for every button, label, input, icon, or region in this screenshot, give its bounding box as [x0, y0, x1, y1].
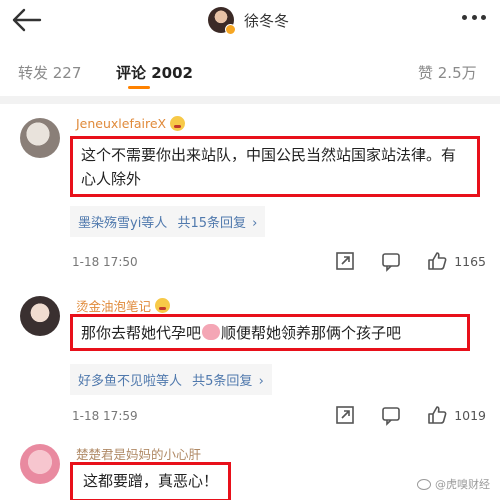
page-title: 徐冬冬	[244, 11, 290, 30]
header-title-group[interactable]: 徐冬冬	[208, 5, 289, 35]
reply-count[interactable]: 共15条回复	[177, 216, 246, 231]
commenter-username[interactable]: JeneuxlefaireX	[76, 116, 186, 131]
like-thumb-icon[interactable]	[426, 250, 448, 272]
commenter-avatar[interactable]	[20, 444, 60, 484]
author-avatar[interactable]	[208, 7, 236, 35]
replies-summary[interactable]: 墨染殇雪yi等人 共15条回复 ›	[70, 206, 266, 237]
commenter-username[interactable]: 楚楚君是妈妈的小心肝	[76, 444, 201, 463]
comment-item: JeneuxlefaireX 这个不需要你出来站队，中国公民当然站国家站法律。有…	[0, 104, 500, 280]
comment-actions: 1019	[310, 404, 486, 426]
chevron-right-icon: ›	[252, 216, 258, 231]
comment-icon[interactable]	[380, 250, 402, 272]
commenter-avatar[interactable]	[20, 296, 60, 336]
like-count: 1165	[454, 253, 486, 269]
tab-comments[interactable]: 评论 2002	[116, 62, 193, 83]
comment-actions: 1165	[310, 250, 486, 272]
top-bar: 徐冬冬	[0, 0, 500, 44]
share-icon[interactable]	[334, 404, 356, 426]
reply-count[interactable]: 共5条回复	[192, 374, 252, 389]
replies-summary[interactable]: 好多鱼不见啦等人 共5条回复 ›	[70, 364, 272, 395]
tab-reposts[interactable]: 转发 227	[18, 62, 81, 83]
comment-timestamp: 1-18 17:59	[72, 409, 138, 423]
chevron-right-icon: ›	[258, 374, 264, 389]
pig-emoji-icon	[202, 324, 221, 340]
like-count: 1019	[454, 407, 486, 423]
comment-icon[interactable]	[380, 404, 402, 426]
username-text: 烫金油泡笔记	[76, 299, 152, 314]
comment-text-part: 那你去帮她代孕吧	[81, 324, 202, 342]
commenter-username[interactable]: 烫金油泡笔记	[76, 296, 171, 315]
section-divider	[0, 96, 500, 104]
active-tab-indicator	[128, 86, 150, 89]
angry-face-emoji-icon	[170, 116, 186, 131]
tab-bar: 转发 227 评论 2002 赞 2.5万	[0, 56, 500, 90]
like-thumb-icon[interactable]	[426, 404, 448, 426]
more-options-icon[interactable]	[462, 12, 486, 22]
username-text: 楚楚君是妈妈的小心肝	[76, 447, 202, 462]
comment-timestamp: 1-18 17:50	[72, 255, 138, 269]
share-icon[interactable]	[334, 250, 356, 272]
reply-names[interactable]: 好多鱼不见啦等人	[78, 374, 182, 389]
comment-item: 烫金油泡笔记 那你去帮她代孕吧 顺便帮她领养那俩个孩子吧 好多鱼不见啦等人 共5条…	[0, 282, 500, 432]
watermark-text: @虎嗅财经	[435, 478, 490, 491]
tab-likes[interactable]: 赞 2.5万	[418, 62, 477, 83]
comment-text-highlighted: 那你去帮她代孕吧 顺便帮她领养那俩个孩子吧	[70, 314, 470, 351]
username-text: JeneuxlefaireX	[76, 116, 167, 131]
verified-badge-icon	[225, 24, 236, 35]
angry-face-emoji-icon	[155, 298, 171, 313]
comment-text-highlighted: 这都要蹭，真恶心！	[70, 462, 232, 500]
comment-text-part: 顺便帮她领养那俩个孩子吧	[221, 324, 402, 342]
comment-text-highlighted: 这个不需要你出来站队，中国公民当然站国家站法律。有心人除外	[70, 136, 480, 197]
back-arrow-icon[interactable]	[8, 4, 44, 36]
weibo-logo-icon	[417, 478, 431, 490]
watermark: @虎嗅财经	[417, 476, 490, 492]
reply-names[interactable]: 墨染殇雪yi等人	[78, 216, 167, 231]
commenter-avatar[interactable]	[20, 118, 60, 158]
